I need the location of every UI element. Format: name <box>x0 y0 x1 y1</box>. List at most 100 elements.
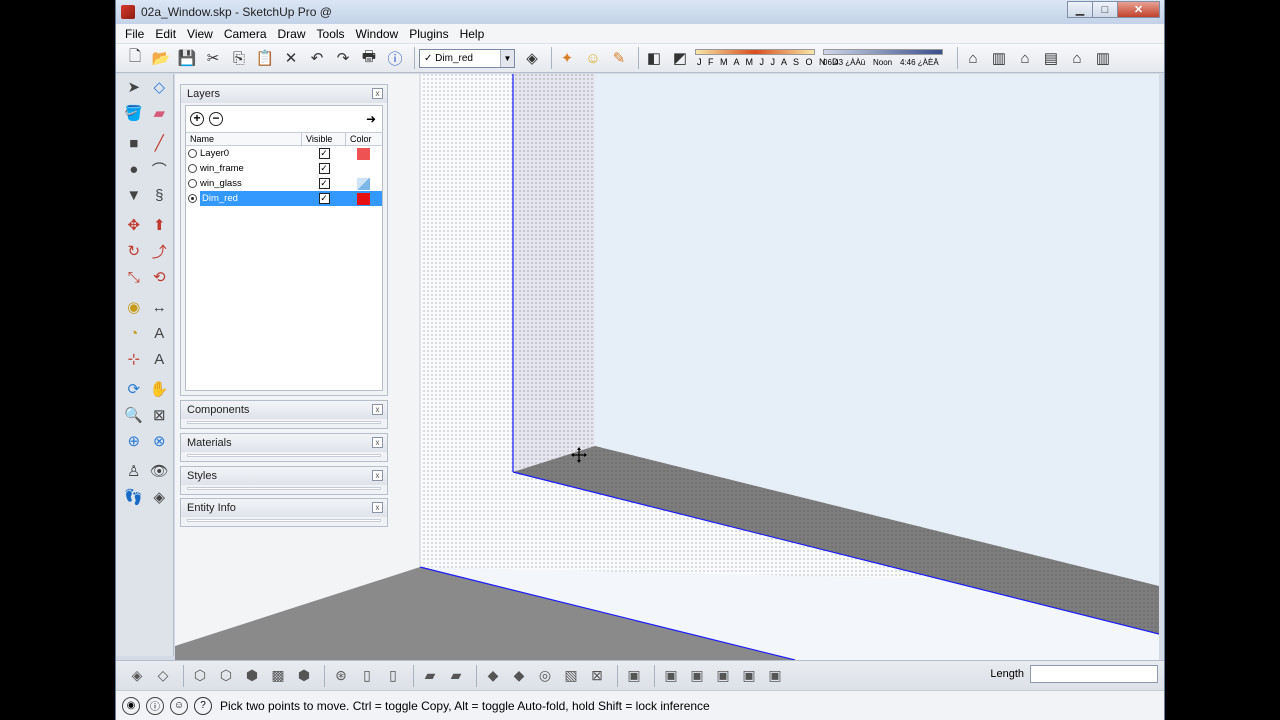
print-icon[interactable]: 🖶 <box>358 47 380 69</box>
freehand-icon[interactable]: § <box>148 184 172 206</box>
geo-location-icon[interactable]: ◉ <box>122 696 140 715</box>
undo-icon[interactable]: ↶ <box>306 47 328 69</box>
previous-view-icon[interactable]: ⊗ <box>148 430 172 452</box>
new-file-icon[interactable]: 🗋 <box>124 47 146 69</box>
layer-row[interactable]: win_glass ✓ <box>186 176 382 191</box>
maximize-button[interactable]: □ <box>1092 1 1118 18</box>
eraser-icon[interactable]: ▰ <box>148 102 172 124</box>
drape-icon[interactable]: ◎ <box>534 665 556 687</box>
layer-name[interactable]: Dim_red <box>200 193 240 204</box>
layer-name[interactable]: Layer0 <box>200 148 229 159</box>
help-icon[interactable]: ? <box>194 696 212 715</box>
shadows-toggle-icon[interactable]: ◧ <box>643 47 665 69</box>
shadow-date-slider[interactable] <box>695 49 815 55</box>
details-arrow-icon[interactable]: ➜ <box>366 112 376 126</box>
menu-plugins[interactable]: Plugins <box>404 27 454 41</box>
menu-view[interactable]: View <box>182 27 219 41</box>
trim-icon[interactable]: ▣ <box>764 665 786 687</box>
layer-row[interactable]: win_frame ✓ <box>186 161 382 176</box>
layer-manager-icon[interactable]: ◈ <box>521 47 543 69</box>
window-jamb[interactable] <box>513 74 595 472</box>
zoom-icon[interactable]: 🔍 <box>122 404 146 426</box>
save-icon[interactable]: 💾 <box>176 47 198 69</box>
open-file-icon[interactable]: 📂 <box>150 47 172 69</box>
shaded-icon[interactable]: ⬢ <box>241 665 263 687</box>
menu-file[interactable]: File <box>120 27 150 41</box>
sandbox-from-scratch-icon[interactable]: ▰ <box>445 665 467 687</box>
close-icon[interactable]: x <box>372 437 383 448</box>
paste-icon[interactable]: 📋 <box>254 47 276 69</box>
sandbox-from-contours-icon[interactable]: ▰ <box>419 665 441 687</box>
menu-help[interactable]: Help <box>455 27 491 41</box>
zoom-extents-icon[interactable]: ⊕ <box>122 430 146 452</box>
iso-view-icon[interactable]: ⌂ <box>962 47 984 69</box>
scale-icon[interactable]: ⤡ <box>122 266 146 288</box>
follow-me-icon[interactable]: ⤴ <box>148 240 172 262</box>
chevron-down-icon[interactable]: ▼ <box>500 49 514 67</box>
right-view-icon[interactable]: ▤ <box>1040 47 1062 69</box>
paint-bucket-icon[interactable]: 🪣 <box>122 102 146 124</box>
visible-checkbox[interactable]: ✓ <box>318 148 330 159</box>
subtract-icon[interactable]: ▣ <box>738 665 760 687</box>
zoom-window-icon[interactable]: ⊠ <box>148 404 172 426</box>
intersect-icon[interactable]: ▣ <box>686 665 708 687</box>
visible-checkbox[interactable]: ✓ <box>318 178 330 189</box>
wireframe-icon[interactable]: ⬡ <box>189 665 211 687</box>
polygon-icon[interactable]: ▼ <box>122 184 146 206</box>
menu-edit[interactable]: Edit <box>150 27 182 41</box>
position-camera-icon[interactable]: ♙ <box>122 460 146 482</box>
credits-icon[interactable]: ⓘ <box>146 696 164 715</box>
layer-name[interactable]: win_glass <box>200 178 242 189</box>
back-edges-icon[interactable]: ◇ <box>152 665 174 687</box>
rotate-icon[interactable]: ↻ <box>122 240 146 262</box>
menu-tools[interactable]: Tools <box>312 27 351 41</box>
walk-icon[interactable]: 👣 <box>122 486 146 508</box>
axes-toggle-icon[interactable]: ⊛ <box>330 665 352 687</box>
layer-color-swatch[interactable] <box>357 163 370 175</box>
redo-icon[interactable]: ↷ <box>332 47 354 69</box>
push-pull-icon[interactable]: ⬆ <box>148 214 172 236</box>
layer-row[interactable]: Layer0 ✓ <box>186 146 382 161</box>
add-detail-icon[interactable]: ▧ <box>560 665 582 687</box>
monochrome-icon[interactable]: ⬢ <box>293 665 315 687</box>
col-name[interactable]: Name <box>186 133 302 145</box>
move-icon[interactable]: ✥ <box>122 214 146 236</box>
layer-color-swatch[interactable] <box>356 147 370 160</box>
top-view-icon[interactable]: ▥ <box>988 47 1010 69</box>
layer-row[interactable]: Dim_red ✓ <box>186 191 382 206</box>
menu-window[interactable]: Window <box>351 27 405 41</box>
shadow-settings[interactable]: J F M A M J J A S O N D 06:43 ¿ÀÀü Noon … <box>695 47 945 69</box>
layer-color-swatch[interactable] <box>356 177 370 190</box>
tape-measure-icon[interactable]: ◉ <box>122 296 146 318</box>
close-icon[interactable]: x <box>372 470 383 481</box>
protractor-icon[interactable]: ◔ <box>122 322 146 344</box>
section-cuts-icon[interactable]: ▯ <box>382 665 404 687</box>
axes-icon[interactable]: ⊹ <box>122 348 146 370</box>
active-layer-radio[interactable] <box>188 164 197 173</box>
col-color[interactable]: Color <box>346 133 380 145</box>
measurements-input[interactable] <box>1030 665 1158 683</box>
visible-checkbox[interactable]: ✓ <box>318 163 330 174</box>
front-view-icon[interactable]: ⌂ <box>1014 47 1036 69</box>
line-icon[interactable]: ╱ <box>148 132 172 154</box>
left-view-icon[interactable]: ▥ <box>1092 47 1114 69</box>
fog-toggle-icon[interactable]: ◩ <box>669 47 691 69</box>
minimize-button[interactable]: ▁ <box>1067 1 1093 18</box>
stamp-icon[interactable]: ◆ <box>508 665 530 687</box>
select-arrow-icon[interactable]: ➤ <box>122 76 146 98</box>
dimension-icon[interactable]: ↔ <box>148 296 172 318</box>
shadow-time-slider[interactable] <box>823 49 943 55</box>
remove-layer-icon[interactable]: − <box>209 112 223 126</box>
erase-icon[interactable]: ✕ <box>280 47 302 69</box>
back-view-icon[interactable]: ⌂ <box>1066 47 1088 69</box>
offset-icon[interactable]: ⟲ <box>148 266 172 288</box>
circle-icon[interactable]: ● <box>122 158 146 180</box>
xray-icon[interactable]: ◈ <box>126 665 148 687</box>
look-around-icon[interactable]: 👁 <box>148 460 172 482</box>
cut-icon[interactable]: ✂ <box>202 47 224 69</box>
solid-tools-icon[interactable]: ▣ <box>623 665 645 687</box>
flip-edge-icon[interactable]: ⊠ <box>586 665 608 687</box>
layer-name[interactable]: win_frame <box>200 163 244 174</box>
model-info-icon[interactable]: ⓘ <box>384 47 406 69</box>
outer-shell-icon[interactable]: ▣ <box>660 665 682 687</box>
